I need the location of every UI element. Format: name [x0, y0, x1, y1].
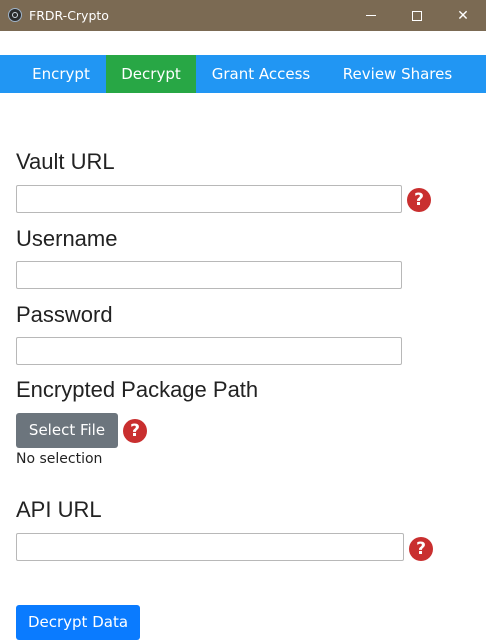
api-url-input[interactable]: [16, 533, 404, 561]
password-label: Password: [16, 302, 113, 327]
password-input[interactable]: [16, 337, 402, 365]
nav-bar: Encrypt Decrypt Grant Access Review Shar…: [0, 55, 486, 93]
window-title: FRDR-Crypto: [29, 8, 109, 23]
username-label: Username: [16, 226, 118, 251]
close-button[interactable]: ✕: [440, 0, 486, 31]
select-file-button[interactable]: Select File: [16, 413, 118, 448]
api-url-label: API URL: [16, 497, 102, 522]
app-logo-icon: [8, 8, 22, 22]
file-selection-status: No selection: [16, 451, 103, 467]
tab-encrypt[interactable]: Encrypt: [16, 55, 106, 93]
vault-url-label: Vault URL: [16, 149, 115, 174]
tab-grant-access[interactable]: Grant Access: [196, 55, 326, 93]
vault-url-input[interactable]: [16, 185, 402, 213]
api-url-help-icon[interactable]: ?: [409, 537, 433, 561]
package-path-help-icon[interactable]: ?: [123, 419, 147, 443]
vault-url-help-icon[interactable]: ?: [407, 188, 431, 212]
maximize-icon: [412, 10, 422, 21]
close-icon: ✕: [457, 7, 469, 24]
maximize-button[interactable]: [394, 0, 440, 31]
decrypt-data-button[interactable]: Decrypt Data: [16, 605, 140, 640]
minimize-button[interactable]: [348, 0, 394, 31]
title-bar: FRDR-Crypto ✕: [0, 0, 486, 31]
package-path-label: Encrypted Package Path: [16, 377, 259, 402]
minimize-icon: [366, 15, 376, 16]
tab-review-shares[interactable]: Review Shares: [326, 55, 469, 93]
username-input[interactable]: [16, 261, 402, 289]
tab-decrypt[interactable]: Decrypt: [106, 55, 196, 93]
